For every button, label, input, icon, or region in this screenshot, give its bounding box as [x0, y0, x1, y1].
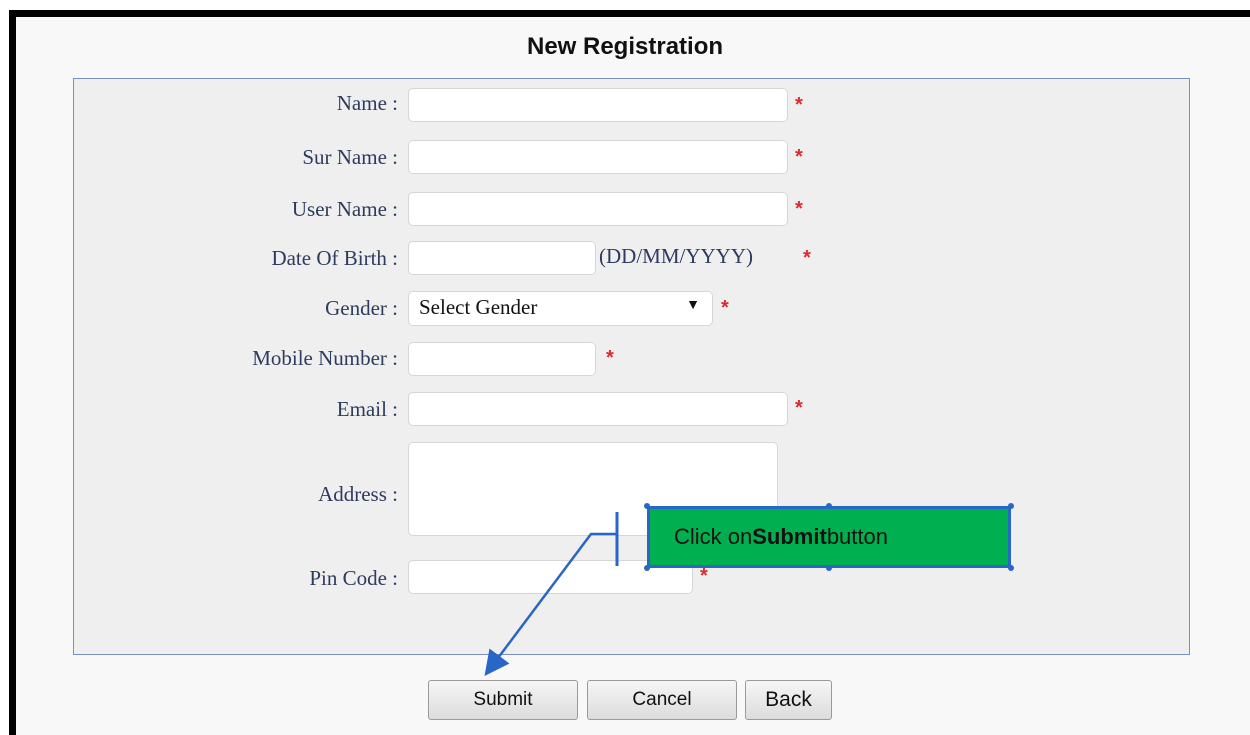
annotation-arrow [484, 512, 619, 676]
callout-prefix-text: Click on [674, 524, 753, 549]
instruction-callout: Click on Submit button [647, 506, 1011, 568]
callout-handle [1008, 565, 1014, 571]
callout-handle [644, 565, 650, 571]
callout-handle [826, 503, 832, 509]
callout-handle [1008, 503, 1014, 509]
callout-suffix-text: button [826, 524, 888, 549]
callout-handle [826, 565, 832, 571]
callout-handle [644, 503, 650, 509]
callout-bold-text: Submit [752, 524, 827, 549]
